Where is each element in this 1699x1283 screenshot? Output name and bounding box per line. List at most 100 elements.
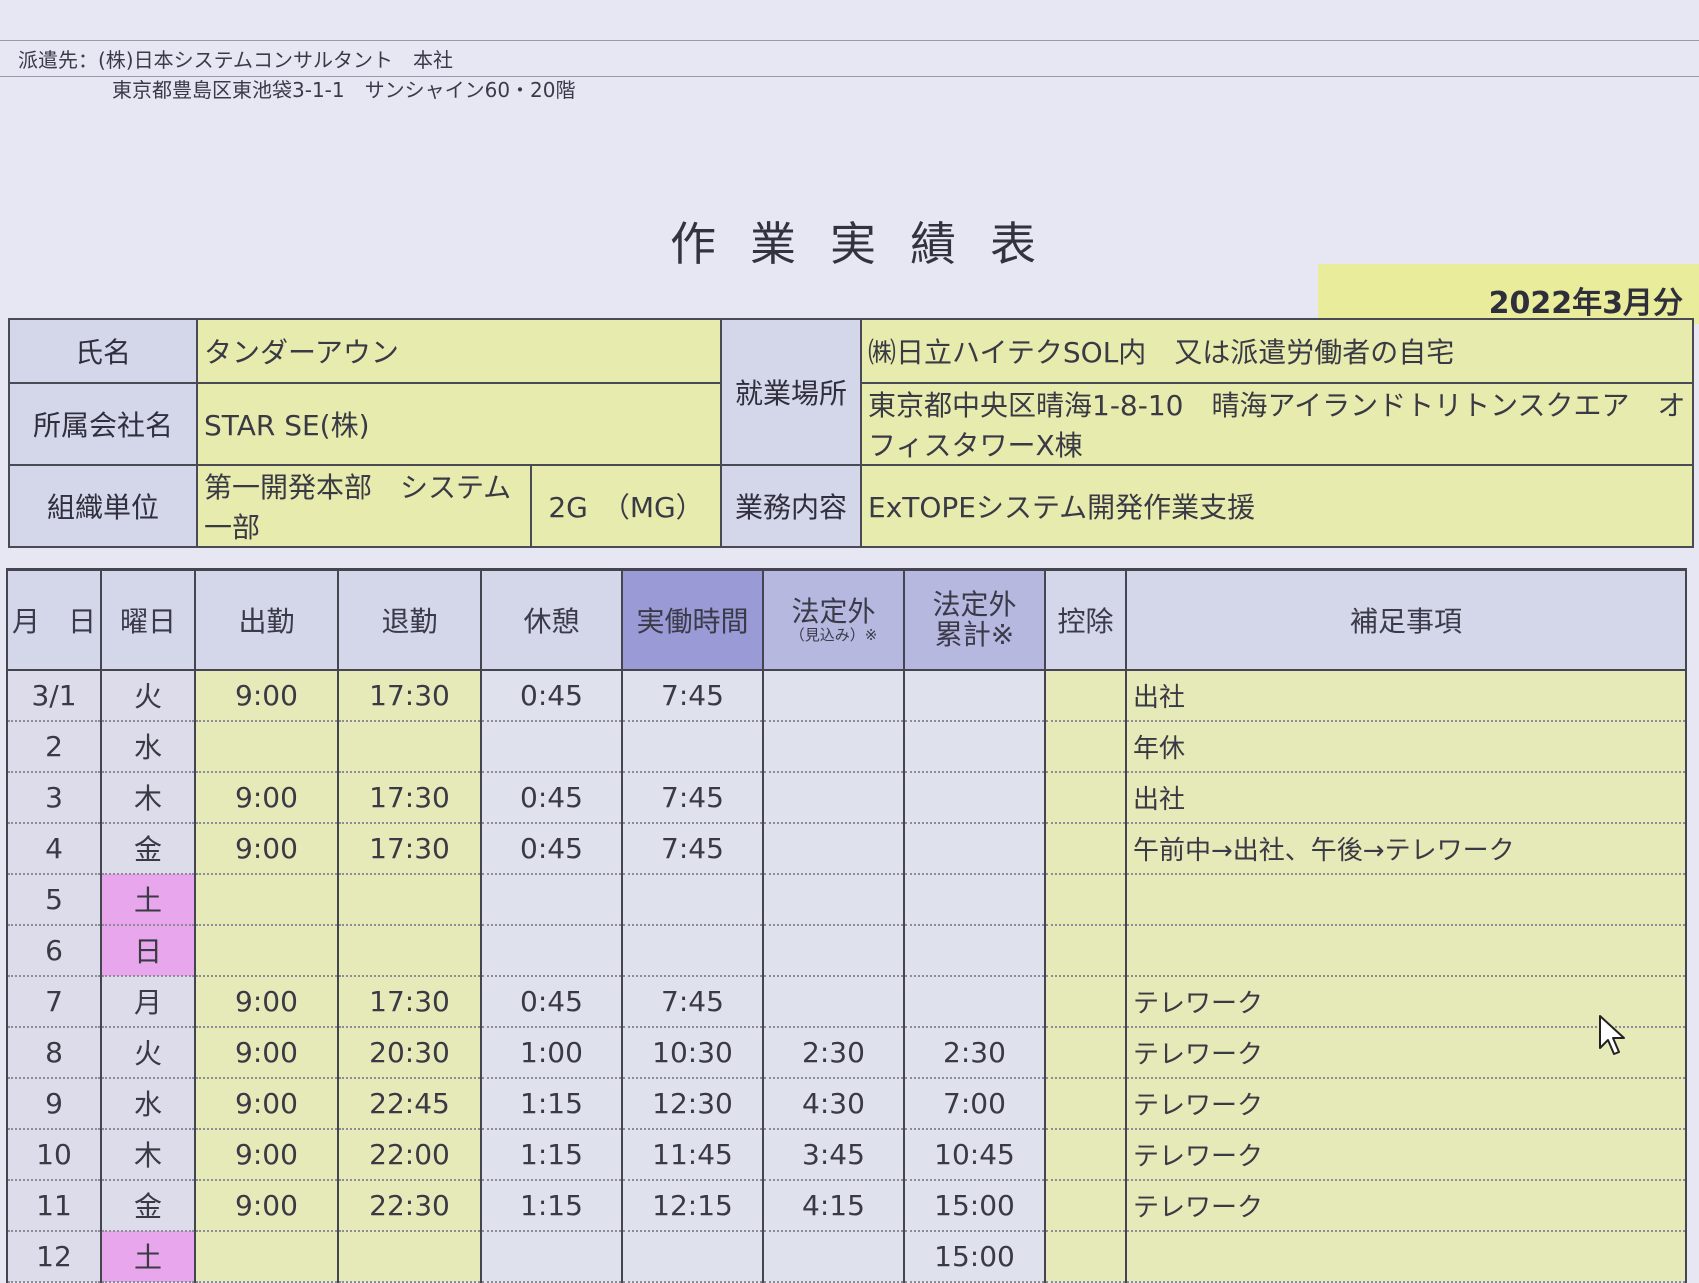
duty-field[interactable]: ExTOPEシステム開発作業支援 — [860, 464, 1694, 548]
note-cell[interactable]: テレワーク — [1125, 1179, 1687, 1232]
break-cell[interactable]: 0:45 — [480, 822, 623, 875]
overtime-cell — [762, 873, 905, 926]
overtime-cumulative-cell: 2:30 — [903, 1026, 1046, 1079]
org-group-field[interactable]: 2G （MG） — [530, 464, 722, 548]
break-cell[interactable]: 0:45 — [480, 771, 623, 824]
deduction-cell[interactable] — [1044, 669, 1127, 722]
deduction-cell[interactable] — [1044, 924, 1127, 977]
note-cell[interactable]: テレワーク — [1125, 1128, 1687, 1181]
company-field[interactable]: STAR SE(株) — [196, 382, 722, 466]
end-cell[interactable] — [337, 873, 482, 926]
end-cell[interactable]: 22:45 — [337, 1077, 482, 1130]
overtime-cell — [762, 771, 905, 824]
name-label: 氏名 — [8, 318, 198, 384]
table-row: 6日 — [6, 924, 1687, 977]
actual-cell: 12:15 — [621, 1179, 764, 1232]
note-cell[interactable]: 年休 — [1125, 720, 1687, 773]
overtime-cumulative-cell — [903, 873, 1046, 926]
date-cell: 5 — [6, 873, 102, 926]
name-field[interactable]: タンダーアウン — [196, 318, 722, 384]
date-cell: 8 — [6, 1026, 102, 1079]
start-cell[interactable]: 9:00 — [194, 1179, 339, 1232]
break-cell[interactable] — [480, 873, 623, 926]
start-cell[interactable] — [194, 873, 339, 926]
date-cell: 12 — [6, 1230, 102, 1283]
company-label: 所属会社名 — [8, 382, 198, 466]
start-cell[interactable]: 9:00 — [194, 1026, 339, 1079]
deduction-cell[interactable] — [1044, 1179, 1127, 1232]
period-cell[interactable]: 2022年3月分 — [1318, 264, 1699, 324]
end-cell[interactable]: 22:00 — [337, 1128, 482, 1181]
break-cell[interactable]: 1:15 — [480, 1179, 623, 1232]
break-cell[interactable] — [480, 924, 623, 977]
end-cell[interactable]: 17:30 — [337, 822, 482, 875]
note-cell[interactable]: 出社 — [1125, 669, 1687, 722]
weekday-cell: 月 — [100, 975, 196, 1028]
note-cell[interactable]: 午前中→出社、午後→テレワーク — [1125, 822, 1687, 875]
end-cell[interactable]: 17:30 — [337, 669, 482, 722]
note-cell[interactable] — [1125, 924, 1687, 977]
break-cell[interactable]: 1:15 — [480, 1128, 623, 1181]
org-field[interactable]: 第一開発本部 システム一部 — [196, 464, 532, 548]
end-cell[interactable]: 20:30 — [337, 1026, 482, 1079]
end-cell[interactable]: 22:30 — [337, 1179, 482, 1232]
workplace-address-field[interactable]: 東京都中央区晴海1-8-10 晴海アイランドトリトンスクエア オフィスタワーX棟 — [860, 382, 1694, 466]
end-cell[interactable] — [337, 1230, 482, 1283]
start-cell[interactable]: 9:00 — [194, 975, 339, 1028]
address-line: 東京都豊島区東池袋3-1-1 サンシャイン60・20階 — [112, 78, 576, 102]
deduction-cell[interactable] — [1044, 1128, 1127, 1181]
start-cell[interactable]: 9:00 — [194, 822, 339, 875]
break-cell[interactable] — [480, 720, 623, 773]
break-cell[interactable]: 1:15 — [480, 1077, 623, 1130]
note-cell[interactable]: テレワーク — [1125, 1077, 1687, 1130]
end-cell[interactable] — [337, 720, 482, 773]
date-cell: 10 — [6, 1128, 102, 1181]
start-cell[interactable]: 9:00 — [194, 1077, 339, 1130]
col-start: 出勤 — [194, 568, 339, 671]
note-cell[interactable] — [1125, 1230, 1687, 1283]
deduction-cell[interactable] — [1044, 873, 1127, 926]
start-cell[interactable] — [194, 720, 339, 773]
end-cell[interactable]: 17:30 — [337, 771, 482, 824]
overtime-cumulative-cell — [903, 720, 1046, 773]
workplace-field[interactable]: ㈱日立ハイテクSOL内 又は派遣労働者の自宅 — [860, 318, 1694, 384]
break-cell[interactable]: 0:45 — [480, 669, 623, 722]
date-cell: 9 — [6, 1077, 102, 1130]
col-overtime-cum-line1: 法定外 — [932, 587, 1017, 621]
actual-cell — [621, 873, 764, 926]
start-cell[interactable] — [194, 924, 339, 977]
weekday-cell: 火 — [100, 1026, 196, 1079]
note-cell[interactable] — [1125, 873, 1687, 926]
deduction-cell[interactable] — [1044, 720, 1127, 773]
weekday-cell: 土 — [100, 873, 196, 926]
start-cell[interactable]: 9:00 — [194, 771, 339, 824]
break-cell[interactable]: 1:00 — [480, 1026, 623, 1079]
start-cell[interactable]: 9:00 — [194, 669, 339, 722]
col-end: 退勤 — [337, 568, 482, 671]
deduction-cell[interactable] — [1044, 822, 1127, 875]
deduction-cell[interactable] — [1044, 1230, 1127, 1283]
end-cell[interactable]: 17:30 — [337, 975, 482, 1028]
table-row: 4 金 9:00 17:30 0:45 7:45 午前中→出社、午後→テレワーク — [6, 822, 1687, 875]
overtime-cell — [762, 669, 905, 722]
col-overtime-note: （見込み）※ — [789, 625, 878, 644]
table-row: 5土 — [6, 873, 1687, 926]
actual-cell: 12:30 — [621, 1077, 764, 1130]
start-cell[interactable]: 9:00 — [194, 1128, 339, 1181]
actual-cell: 7:45 — [621, 669, 764, 722]
deduction-cell[interactable] — [1044, 975, 1127, 1028]
actual-cell: 10:30 — [621, 1026, 764, 1079]
start-cell[interactable] — [194, 1230, 339, 1283]
break-cell[interactable] — [480, 1230, 623, 1283]
col-notes: 補足事項 — [1125, 568, 1687, 671]
deduction-cell[interactable] — [1044, 1026, 1127, 1079]
overtime-cell: 4:30 — [762, 1077, 905, 1130]
col-date: 月 日 — [6, 568, 102, 671]
note-cell[interactable]: 出社 — [1125, 771, 1687, 824]
deduction-cell[interactable] — [1044, 1077, 1127, 1130]
break-cell[interactable]: 0:45 — [480, 975, 623, 1028]
actual-cell: 7:45 — [621, 975, 764, 1028]
deduction-cell[interactable] — [1044, 771, 1127, 824]
end-cell[interactable] — [337, 924, 482, 977]
table-row: 12 土 15:00 — [6, 1230, 1687, 1283]
